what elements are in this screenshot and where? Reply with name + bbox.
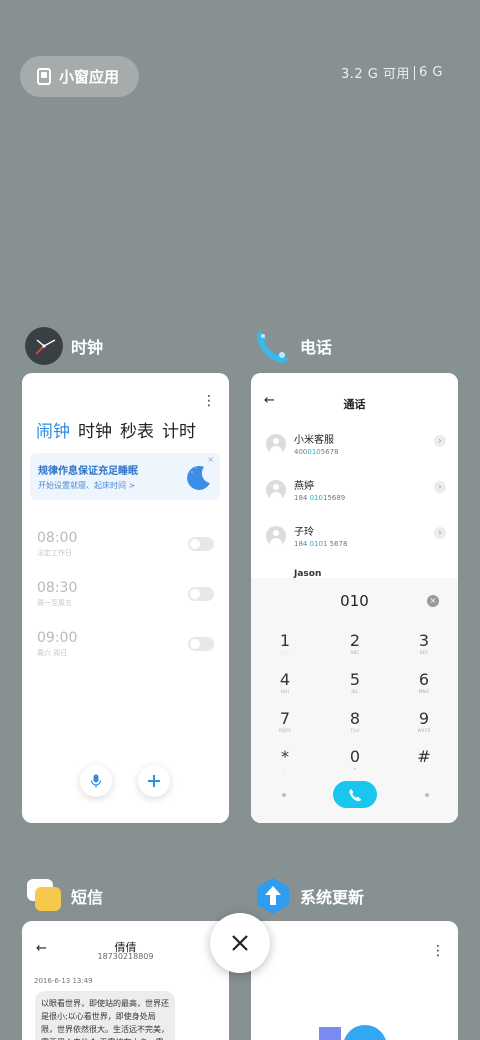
dial-key-6[interactable]: 6 MNO: [404, 671, 444, 695]
contact-number: 184 0101 5678: [294, 540, 348, 548]
sleep-banner[interactable]: 规律作息保证充足睡眠 开始设置就寝、起床时间 > ×: [30, 453, 220, 500]
alarm-time: 08:30: [37, 580, 78, 596]
contact-detail-chevron-icon[interactable]: ›: [434, 481, 446, 493]
dial-key-9[interactable]: 9 WXYZ: [404, 710, 444, 734]
dial-key-4[interactable]: 4 GHI: [265, 671, 305, 695]
contact-detail-chevron-icon[interactable]: ›: [434, 435, 446, 447]
close-icon: [232, 935, 248, 951]
alarm-time: 09:00: [37, 630, 78, 646]
update-app-name: 系统更新: [300, 888, 365, 907]
update-logo-circle: [343, 1025, 387, 1040]
alarm-days: 周六 周日: [37, 649, 68, 657]
dial-key-star[interactable]: *,: [265, 748, 305, 772]
clear-input-icon[interactable]: ×: [427, 595, 439, 607]
update-app-header[interactable]: 系统更新: [254, 877, 364, 915]
voice-alarm-button[interactable]: [80, 765, 112, 797]
sms-contact-number: 18730218809: [97, 952, 154, 961]
alarm-toggle[interactable]: [188, 537, 214, 551]
dial-key-3[interactable]: 3 DEF: [404, 632, 444, 656]
system-update-icon: [257, 878, 289, 914]
contact-name: 燕婷: [294, 481, 314, 492]
contact-number: 184 01015689: [294, 494, 346, 502]
clear-all-button[interactable]: [210, 913, 270, 973]
clock-app-header[interactable]: 时钟: [25, 327, 103, 365]
update-app-card[interactable]: ⋮: [251, 921, 458, 1040]
dial-key-1[interactable]: 1 ◌◌: [265, 632, 305, 656]
sms-app-name: 短信: [71, 888, 104, 907]
small-window-icon: [37, 68, 51, 85]
alarm-item[interactable]: 09:00 周六 周日: [37, 630, 77, 658]
phone-app-header[interactable]: 电话: [254, 327, 332, 365]
dialpad: 010 × 1 ◌◌ 2 ABC 3 DEF 4 GHI 5 JKL 6 MNO 7 PQRS…: [251, 578, 458, 823]
call-button[interactable]: [333, 781, 377, 808]
dial-key-8[interactable]: 8 TUV: [335, 710, 375, 734]
phone-handset-icon: [349, 788, 361, 801]
alarm-toggle[interactable]: [188, 587, 214, 601]
alarm-item[interactable]: 08:00 法定工作日: [37, 530, 77, 558]
dial-key-hash[interactable]: #: [404, 748, 444, 772]
alarm-time: 08:00: [37, 530, 78, 546]
memory-total: 6 G: [419, 65, 443, 80]
clock-tabs: 闹钟 时钟 秒表 计时: [36, 417, 196, 442]
dial-key-7[interactable]: 7 PQRS: [265, 710, 305, 734]
plus-icon: [148, 775, 160, 787]
phone-app-card[interactable]: ← 通话 小米客服 4000105678 › 燕婷 184 01015689 ›…: [251, 373, 458, 823]
phone-app-name: 电话: [300, 338, 333, 357]
dial-key-2[interactable]: 2 ABC: [335, 632, 375, 656]
alarm-toggle[interactable]: [188, 637, 214, 651]
avatar: [266, 525, 286, 546]
add-alarm-button[interactable]: [138, 765, 170, 797]
dial-key-5[interactable]: 5 JKL: [335, 671, 375, 695]
contact-number: 4000105678: [294, 448, 339, 456]
moon-icon: [187, 465, 210, 490]
contact-detail-chevron-icon[interactable]: ›: [434, 527, 446, 539]
sms-app-icon: [27, 879, 61, 911]
memory-available: 3.2 G 可用: [341, 67, 411, 82]
tab-stopwatch[interactable]: 秒表: [120, 417, 154, 442]
contact-row[interactable]: 小米客服 4000105678 ›: [266, 431, 446, 456]
contact-row[interactable]: 子玲 184 0101 5678 ›: [266, 523, 446, 548]
clock-app-icon: [25, 327, 63, 365]
dial-key-0[interactable]: 0 +: [335, 748, 375, 772]
sms-app-header[interactable]: 短信: [25, 877, 103, 915]
phone-app-icon: [256, 331, 288, 363]
call-log-panel: ← 通话 小米客服 4000105678 › 燕婷 184 01015689 ›…: [251, 373, 458, 579]
avatar: [266, 433, 286, 454]
sms-app-card[interactable]: ← 倩倩 18730218809 2016-6-13 13:49 以眼看世界，即…: [22, 921, 229, 1040]
sms-timestamp: 2016-6-13 13:49: [34, 977, 93, 985]
memory-separator: [414, 65, 416, 80]
small-window-apps-button[interactable]: 小窗应用: [20, 56, 139, 97]
sleep-banner-title: 规律作息保证充足睡眠: [38, 466, 138, 477]
update-more-icon[interactable]: ⋮: [431, 943, 445, 959]
contact-row[interactable]: 燕婷 184 01015689 ›: [266, 477, 446, 502]
tab-alarm[interactable]: 闹钟: [36, 417, 70, 442]
microphone-icon: [90, 774, 102, 788]
contact-name: 子玲: [294, 527, 314, 538]
sleep-banner-subtitle[interactable]: 开始设置就寝、起床时间 >: [38, 480, 135, 491]
clock-more-icon[interactable]: ⋮: [202, 393, 216, 409]
clock-app-name: 时钟: [71, 338, 104, 357]
small-window-label: 小窗应用: [59, 68, 120, 86]
tab-timer[interactable]: 计时: [162, 417, 196, 442]
call-log-title: 通话: [343, 398, 366, 411]
clock-app-card[interactable]: ⋮ 闹钟 时钟 秒表 计时 规律作息保证充足睡眠 开始设置就寝、起床时间 > ×…: [22, 373, 229, 823]
alarm-item[interactable]: 08:30 周一至周五: [37, 580, 77, 608]
tab-clock[interactable]: 时钟: [78, 417, 112, 442]
contact-name: 小米客服: [294, 435, 334, 446]
avatar: [266, 479, 286, 500]
dialpad-left-dot[interactable]: [282, 793, 286, 797]
update-logo-bar: [319, 1027, 341, 1040]
alarm-days: 周一至周五: [37, 599, 72, 607]
memory-status: 3.2 G 可用 6 G: [341, 63, 443, 82]
message-bubble[interactable]: 以眼看世界，即使站的最高，世界还是很小;以心看世界，即使身处局限，世界依然很大。…: [35, 991, 175, 1040]
dialpad-right-dot[interactable]: [425, 793, 429, 797]
alarm-days: 法定工作日: [37, 549, 72, 557]
